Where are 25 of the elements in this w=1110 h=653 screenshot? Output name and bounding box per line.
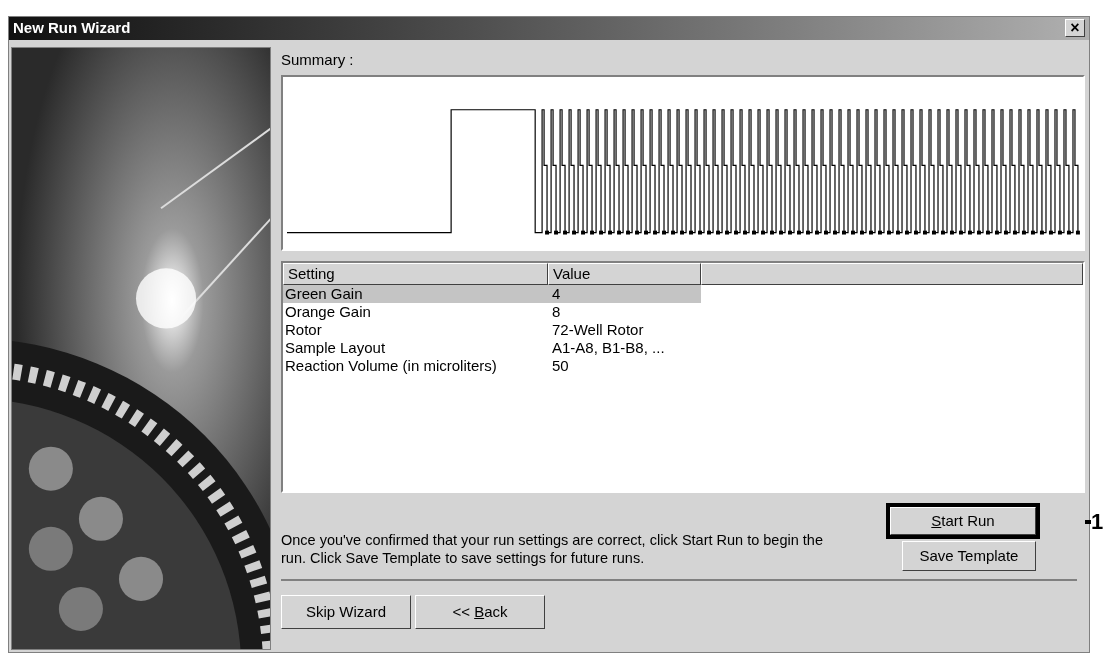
instruction-text: Once you've confirmed that your run settings are correct, click Start Run to begin the run. Click Save Template to save settings for future runs. <box>281 531 824 567</box>
setting-cell-text: Green Gain <box>284 285 364 303</box>
window-title: New Run Wizard <box>13 18 131 38</box>
setting-cell-text: Rotor <box>284 321 323 339</box>
close-button[interactable]: × <box>1065 19 1085 38</box>
setting-cell-text: Reaction Volume (in microliters) <box>284 357 498 375</box>
value-cell-text: 72-Well Rotor <box>551 321 645 339</box>
value-cell-text: 50 <box>551 357 570 375</box>
table-row[interactable]: Rotor 72-Well Rotor <box>283 321 701 339</box>
setting-cell-text: Orange Gain <box>284 303 372 321</box>
value-cell-text: 4 <box>551 285 562 303</box>
table-row[interactable]: Orange Gain 8 <box>283 303 701 321</box>
table-row[interactable]: Sample Layout A1-A8, B1-B8, ... <box>283 339 701 357</box>
table-row[interactable]: Reaction Volume (in microliters) 50 <box>283 357 701 375</box>
value-cell-text: 8 <box>551 303 562 321</box>
footer-button[interactable]: << Back <box>415 595 545 629</box>
column-header[interactable]: Setting <box>283 263 548 285</box>
table-row[interactable]: Green Gain 4 <box>283 285 701 303</box>
save-template-button[interactable]: Save Template <box>902 541 1036 571</box>
footer-button[interactable]: Skip Wizard <box>281 595 411 629</box>
setting-cell-text: Sample Layout <box>284 339 387 357</box>
summary-label: Summary : <box>281 49 355 70</box>
callout-number: 1 <box>1091 511 1104 533</box>
column-header[interactable]: Value <box>548 263 701 285</box>
value-cell-text: A1-A8, B1-B8, ... <box>551 339 666 357</box>
